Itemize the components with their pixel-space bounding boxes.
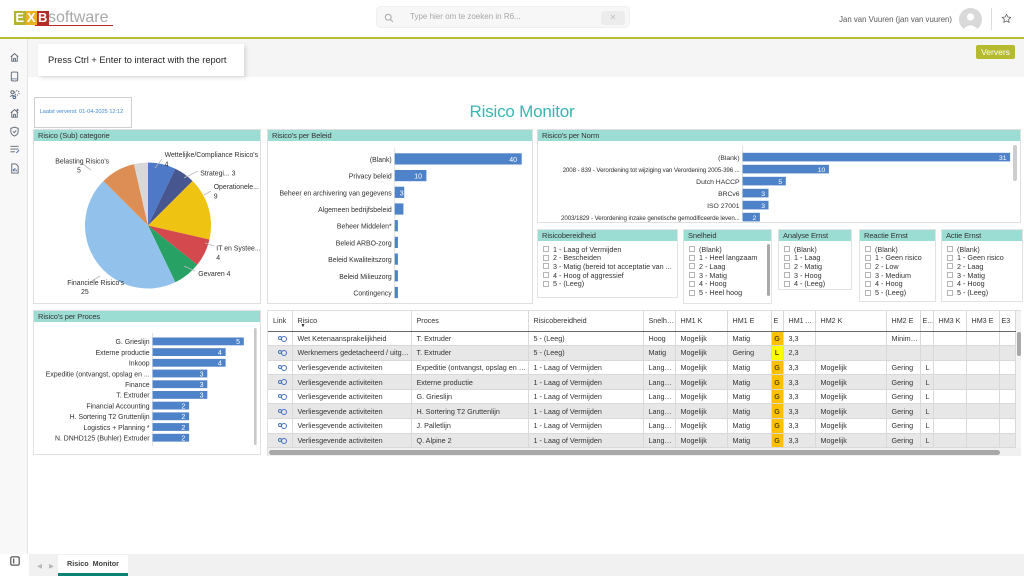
svg-text:5: 5 bbox=[77, 168, 81, 175]
svg-text:3: 3 bbox=[200, 382, 204, 389]
svg-text:Privacy beleid: Privacy beleid bbox=[349, 174, 392, 181]
svg-text:Dutch HACCP: Dutch HACCP bbox=[696, 179, 740, 186]
svg-text:3: 3 bbox=[400, 190, 404, 197]
svg-text:Externe productie: Externe productie bbox=[96, 350, 150, 357]
svg-text:3: 3 bbox=[200, 393, 204, 400]
svg-text:3: 3 bbox=[761, 191, 765, 198]
svg-text:25: 25 bbox=[81, 289, 89, 296]
svg-text:4: 4 bbox=[216, 255, 220, 262]
svg-text:3: 3 bbox=[200, 371, 204, 378]
svg-text:4: 4 bbox=[218, 361, 222, 368]
svg-text:ISO 27001: ISO 27001 bbox=[707, 203, 740, 210]
svg-text:5: 5 bbox=[236, 339, 240, 346]
svg-text:2003/1829 - Verordening inzake: 2003/1829 - Verordening inzake genetisch… bbox=[561, 215, 740, 222]
svg-text:N. DNHD125 (Buhler) Extruder: N. DNHD125 (Buhler) Extruder bbox=[55, 436, 150, 443]
svg-text:9: 9 bbox=[214, 194, 218, 201]
svg-text:Gevaren 4: Gevaren 4 bbox=[198, 271, 230, 278]
svg-text:Beheer Middelen*: Beheer Middelen* bbox=[337, 224, 392, 231]
svg-text:5: 5 bbox=[778, 179, 782, 186]
svg-text:Logistics + Planning *: Logistics + Planning * bbox=[84, 425, 150, 432]
svg-text:Inkoop: Inkoop bbox=[129, 361, 150, 368]
svg-text:Belasting Risico's: Belasting Risico's bbox=[55, 159, 109, 166]
svg-text:2: 2 bbox=[181, 436, 185, 443]
svg-text:31: 31 bbox=[999, 155, 1007, 162]
svg-text:Financial Accounting: Financial Accounting bbox=[86, 403, 149, 410]
svg-text:4: 4 bbox=[165, 162, 169, 169]
svg-text:Beleid Kwaliteitszorg: Beleid Kwaliteitszorg bbox=[328, 257, 392, 264]
svg-text:2: 2 bbox=[181, 425, 185, 432]
svg-text:(Blank): (Blank) bbox=[718, 155, 740, 162]
svg-text:10: 10 bbox=[414, 174, 422, 181]
svg-text:2: 2 bbox=[181, 403, 185, 410]
svg-text:Beleid Milieuzorg: Beleid Milieuzorg bbox=[339, 274, 392, 281]
svg-text:(Blank): (Blank) bbox=[370, 157, 392, 164]
svg-text:BRCv6: BRCv6 bbox=[718, 191, 740, 198]
svg-text:Wettelijke/Compliance Risico's: Wettelijke/Compliance Risico's bbox=[165, 152, 259, 159]
svg-text:IT en Systee...: IT en Systee... bbox=[216, 246, 260, 253]
svg-text:40: 40 bbox=[509, 157, 517, 164]
svg-text:Finance: Finance bbox=[125, 382, 150, 389]
svg-text:T. Extruder: T. Extruder bbox=[116, 393, 150, 400]
svg-text:Contingency: Contingency bbox=[353, 291, 392, 298]
svg-text:2: 2 bbox=[181, 414, 185, 421]
svg-text:2: 2 bbox=[753, 215, 757, 222]
svg-text:Financiele Risico's: Financiele Risico's bbox=[67, 280, 124, 287]
svg-text:3: 3 bbox=[761, 203, 765, 210]
svg-text:G. Grieslijn: G. Grieslijn bbox=[116, 339, 150, 346]
svg-text:H. Sortering T2 Gruttenlijn: H. Sortering T2 Gruttenlijn bbox=[70, 414, 150, 421]
svg-text:10: 10 bbox=[818, 167, 826, 174]
svg-text:4: 4 bbox=[218, 350, 222, 357]
svg-text:2008 - 839 - Verordening tot w: 2008 - 839 - Verordening tot wijziging v… bbox=[563, 167, 740, 174]
svg-text:Algemeen bedrijfsbeleid: Algemeen bedrijfsbeleid bbox=[318, 207, 392, 214]
svg-text:Beheer en archivering van gege: Beheer en archivering van gegevens bbox=[279, 190, 392, 197]
svg-text:Strategi... 3: Strategi... 3 bbox=[200, 171, 235, 178]
svg-text:Operationele...: Operationele... bbox=[214, 184, 259, 191]
svg-text:Beleid ARBO-zorg: Beleid ARBO-zorg bbox=[336, 240, 392, 247]
svg-text:Expeditie (ontvangst, opslag e: Expeditie (ontvangst, opslag en ... bbox=[46, 371, 150, 378]
